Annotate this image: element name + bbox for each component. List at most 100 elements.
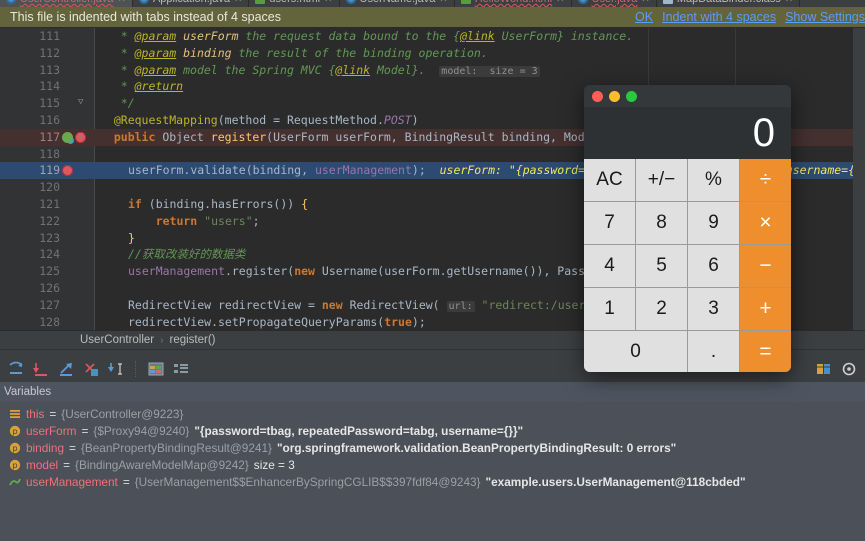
close-icon[interactable]: ✕ (324, 0, 332, 5)
key-7[interactable]: 7 (584, 202, 635, 244)
gutter-icons[interactable] (62, 130, 92, 145)
key-minus[interactable]: − (740, 245, 791, 287)
java-class-icon (138, 0, 149, 4)
close-icon[interactable]: ✕ (556, 0, 564, 5)
line-content: redirectView.setPropagateQueryParams(tru… (128, 314, 426, 329)
indent-with-4-spaces-link[interactable]: Indent with 4 spaces (662, 10, 776, 24)
line-number: 127 (39, 297, 60, 312)
key-2[interactable]: 2 (636, 288, 687, 330)
close-icon[interactable]: ✕ (234, 0, 242, 5)
run-to-cursor-icon[interactable] (108, 361, 124, 377)
show-settings-link[interactable]: Show Settings (785, 10, 865, 24)
step-into-icon[interactable] (33, 361, 49, 377)
java-class-icon (577, 0, 588, 4)
calculator-titlebar[interactable] (584, 85, 791, 107)
html-file-icon (460, 0, 471, 4)
local-variable-icon (9, 408, 21, 420)
key-equals[interactable]: = (740, 331, 791, 372)
key-8[interactable]: 8 (636, 202, 687, 244)
calculator-window[interactable]: 0 AC +/− % ÷ 7 8 9 × 4 5 6 − 1 2 3 + 0 .… (584, 85, 791, 372)
variable-name: userForm (26, 423, 77, 438)
line-number: 114 (39, 79, 60, 94)
breadcrumb-class[interactable]: UserController (80, 334, 154, 346)
ok-link[interactable]: OK (635, 10, 653, 24)
variable-row[interactable]: this = {UserController@9223} (0, 405, 865, 422)
inline-model-hint: model: size = 3 (439, 65, 540, 77)
line-number: 116 (39, 112, 60, 127)
step-over-icon[interactable] (8, 361, 24, 377)
code-line[interactable]: 112 * @param binding the result of the b… (0, 45, 865, 62)
calculator-keypad[interactable]: AC +/− % ÷ 7 8 9 × 4 5 6 − 1 2 3 + 0 . = (584, 159, 791, 372)
close-icon[interactable]: ✕ (439, 0, 447, 5)
notification-actions: OK Indent with 4 spaces Show Settings (635, 10, 865, 24)
line-number: 122 (39, 213, 60, 228)
field-icon (9, 476, 21, 488)
key-1[interactable]: 1 (584, 288, 635, 330)
key-4[interactable]: 4 (584, 245, 635, 287)
close-icon[interactable]: ✕ (785, 0, 793, 5)
key-9[interactable]: 9 (688, 202, 739, 244)
key-5[interactable]: 5 (636, 245, 687, 287)
breadcrumb-separator: › (160, 334, 164, 346)
key-divide[interactable]: ÷ (740, 159, 791, 201)
key-multiply[interactable]: × (740, 202, 791, 244)
key-decimal[interactable]: . (688, 331, 739, 372)
line-number: 118 (39, 146, 60, 161)
variable-string: "example.users.UserManagement@118cbded" (485, 474, 746, 489)
force-step-into-icon[interactable] (58, 361, 74, 377)
variable-size: size = 3 (253, 457, 295, 472)
line-content: * @param userForm the request data bound… (100, 29, 634, 43)
evaluate-expression-icon[interactable] (148, 361, 164, 377)
tab-label: UserName.java (360, 0, 436, 5)
variables-panel-header: Variables (0, 382, 865, 402)
variable-row[interactable]: userManagement = {UserManagement$$Enhanc… (0, 473, 865, 490)
java-class-icon (345, 0, 356, 4)
gutter-icons[interactable] (62, 163, 92, 178)
minimize-button[interactable] (609, 90, 620, 102)
breadcrumb-method[interactable]: register() (169, 334, 215, 346)
line-number: 111 (39, 29, 60, 43)
line-content: //获取改装好的数据类 (128, 246, 245, 263)
calculator-display: 0 (584, 107, 791, 159)
variable-value: {BeanPropertyBindingResult@9241} (80, 440, 272, 455)
fold-marker-icon[interactable]: ▽ (78, 98, 87, 108)
breakpoint-icon[interactable] (62, 165, 73, 177)
code-line[interactable]: 111 * @param userForm the request data b… (0, 28, 865, 45)
key-plus[interactable]: + (740, 288, 791, 330)
line-content: */ (100, 96, 135, 111)
line-number: 115 (39, 96, 60, 111)
variable-row[interactable]: p userForm = {$Proxy94@9240} "{password=… (0, 422, 865, 439)
line-number: 123 (39, 230, 60, 245)
variable-row[interactable]: p model = {BindingAwareModelMap@9242} si… (0, 456, 865, 473)
variable-row[interactable]: p binding = {BeanPropertyBindingResult@9… (0, 439, 865, 456)
variable-name: binding (26, 440, 65, 455)
close-icon[interactable]: ✕ (641, 0, 649, 5)
toolbar-separator (135, 361, 137, 377)
key-all-clear[interactable]: AC (584, 159, 635, 201)
line-number: 124 (39, 247, 60, 262)
class-file-icon (662, 0, 673, 4)
close-button[interactable] (592, 90, 603, 102)
code-line[interactable]: 113 * @param model the Spring MVC {@link… (0, 62, 865, 79)
equals-sign: = (63, 457, 71, 472)
key-percent[interactable]: % (688, 159, 739, 201)
key-6[interactable]: 6 (688, 245, 739, 287)
variables-list[interactable]: this = {UserController@9223} p userForm … (0, 402, 865, 541)
parameter-icon: p (9, 425, 21, 437)
line-content: if (binding.hasErrors()) { (128, 196, 309, 211)
fold-marker-icon[interactable]: ▽ (78, 131, 87, 142)
variable-name: this (26, 406, 45, 421)
close-icon[interactable]: ✕ (118, 0, 126, 5)
gear-icon[interactable] (841, 361, 857, 377)
editor-marker-strip[interactable] (853, 28, 865, 330)
spring-bean-icon[interactable] (62, 131, 73, 143)
layout-settings-icon[interactable] (173, 361, 189, 377)
step-out-icon[interactable] (83, 361, 99, 377)
key-3[interactable]: 3 (688, 288, 739, 330)
zoom-button[interactable] (626, 90, 637, 102)
key-0[interactable]: 0 (584, 331, 687, 372)
key-plus-minus[interactable]: +/− (636, 159, 687, 201)
settings-icon[interactable] (816, 361, 832, 377)
notification-message: This file is indented with tabs instead … (10, 10, 281, 24)
tab-label: MapDataBinder.class (677, 0, 781, 5)
